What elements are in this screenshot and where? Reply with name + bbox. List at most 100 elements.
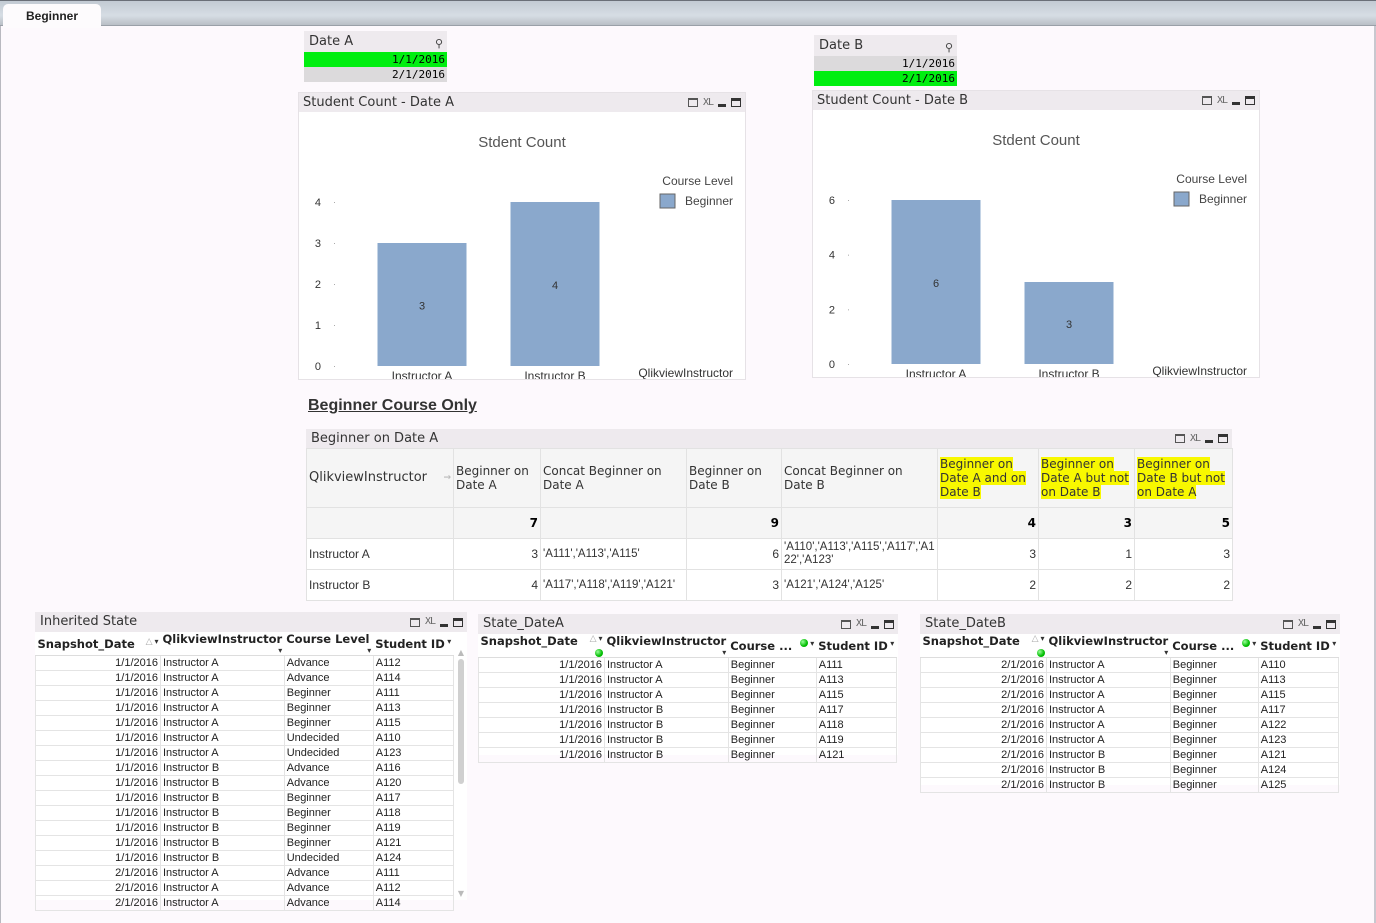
scroll-down-icon[interactable]: ▼ <box>457 889 465 898</box>
table-row[interactable]: 2/1/2016 Instructor A Beginner A123 <box>920 732 1339 748</box>
dropdown-arrow-icon[interactable]: ▾ <box>367 646 371 655</box>
table-row[interactable]: 2/1/2016 Instructor A Advance A112 <box>35 880 454 896</box>
dropdown-arrow-icon[interactable]: ▾ <box>1332 639 1336 648</box>
sort-indicator-icon[interactable]: △ <box>1032 634 1039 644</box>
table-row[interactable]: 1/1/2016 Instructor B Undecided A124 <box>35 850 454 866</box>
table-row[interactable]: 2/1/2016 Instructor B Beginner A121 <box>920 747 1339 763</box>
table-row[interactable]: 1/1/2016 Instructor A Beginner A113 <box>478 672 897 688</box>
excel-export-icon[interactable]: XL <box>856 614 867 634</box>
column-header[interactable]: Concat Beginner on Date B <box>781 448 938 508</box>
column-header[interactable]: Student ID ▾ <box>373 632 454 656</box>
column-header[interactable]: Course ... ▾ <box>1170 634 1259 658</box>
column-header[interactable]: Student ID ▾ <box>1258 634 1339 658</box>
table-row[interactable]: 1/1/2016 Instructor B Beginner A121 <box>35 835 454 851</box>
print-icon[interactable] <box>687 98 698 107</box>
print-icon[interactable] <box>840 619 851 629</box>
dropdown-arrow-icon[interactable]: ▾ <box>1164 648 1168 657</box>
maximize-icon[interactable] <box>1245 96 1255 105</box>
listbox-item-selected[interactable]: 2/1/2016 <box>814 71 957 86</box>
column-header[interactable]: QlikviewInstructor ▾ <box>1046 634 1171 658</box>
column-header[interactable]: QlikviewInstructor ▾ <box>160 632 285 656</box>
dropdown-arrow-icon[interactable]: ▾ <box>890 639 894 648</box>
table-row[interactable]: 1/1/2016 Instructor B Beginner A117 <box>478 702 897 718</box>
listbox-item-selected[interactable]: 1/1/2016 <box>304 52 447 67</box>
table-row[interactable]: 1/1/2016 Instructor A Beginner A111 <box>478 657 897 673</box>
table-row[interactable]: 1/1/2016 Instructor B Beginner A121 <box>478 747 897 763</box>
print-icon[interactable] <box>409 617 420 627</box>
table-row[interactable]: 1/1/2016 Instructor A Beginner A115 <box>35 715 454 731</box>
table-row[interactable]: 2/1/2016 Instructor A Beginner A117 <box>920 702 1339 718</box>
maximize-icon[interactable] <box>1326 619 1336 629</box>
minimize-icon[interactable] <box>1205 440 1213 443</box>
column-header[interactable]: Student ID ▾ <box>816 634 897 658</box>
minimize-icon[interactable] <box>1232 102 1240 105</box>
table-row[interactable]: Instructor A 3 'A111','A113','A115' 6 'A110'… <box>306 538 1233 570</box>
print-icon[interactable] <box>1201 96 1212 105</box>
scrollbar-thumb[interactable] <box>458 659 464 784</box>
table-row[interactable]: 1/1/2016 Instructor B Beginner A119 <box>478 732 897 748</box>
dropdown-arrow-icon[interactable]: ▾ <box>810 639 814 648</box>
table-row[interactable]: 2/1/2016 Instructor A Beginner A110 <box>920 657 1339 673</box>
table-row[interactable]: 1/1/2016 Instructor B Advance A120 <box>35 775 454 791</box>
table-row[interactable]: 1/1/2016 Instructor B Beginner A119 <box>35 820 454 836</box>
listbox-item[interactable]: 1/1/2016 <box>814 56 957 71</box>
table-row[interactable]: 1/1/2016 Instructor B Beginner A118 <box>35 805 454 821</box>
column-header[interactable]: Snapshot_Date ▾ △ <box>35 632 161 656</box>
search-icon[interactable]: ⚲ <box>945 37 953 58</box>
table-row[interactable]: 1/1/2016 Instructor A Beginner A115 <box>478 687 897 703</box>
table-row[interactable]: 2/1/2016 Instructor A Beginner A113 <box>920 672 1339 688</box>
column-header[interactable]: Beginner on Date A but not on Date B <box>1038 448 1135 508</box>
column-header[interactable]: Beginner on Date A <box>453 448 541 508</box>
maximize-icon[interactable] <box>731 98 741 107</box>
excel-export-icon[interactable]: XL <box>1217 91 1228 110</box>
table-row[interactable]: 2/1/2016 Instructor A Advance A114 <box>35 895 454 911</box>
table-row[interactable]: 2/1/2016 Instructor A Beginner A115 <box>920 687 1339 703</box>
tab-beginner[interactable]: Beginner <box>3 4 101 28</box>
search-icon[interactable]: ⚲ <box>435 33 443 54</box>
maximize-icon[interactable] <box>453 617 463 627</box>
excel-export-icon[interactable]: XL <box>1298 614 1309 634</box>
column-header[interactable]: QlikviewInstructor → <box>306 448 454 508</box>
table-row[interactable]: 1/1/2016 Instructor A Advance A114 <box>35 670 454 686</box>
column-header[interactable]: Beginner on Date A and on Date B <box>937 448 1039 508</box>
column-header[interactable]: Beginner on Date B but not on Date A <box>1134 448 1233 508</box>
table-row[interactable]: 1/1/2016 Instructor A Beginner A111 <box>35 685 454 701</box>
table-row[interactable]: 1/1/2016 Instructor A Undecided A123 <box>35 745 454 761</box>
table-row[interactable]: 2/1/2016 Instructor A Advance A111 <box>35 865 454 881</box>
dropdown-arrow-icon[interactable]: ▾ <box>1252 639 1256 648</box>
excel-export-icon[interactable]: XL <box>425 612 436 632</box>
minimize-icon[interactable] <box>871 625 879 629</box>
table-row[interactable]: 1/1/2016 Instructor A Undecided A110 <box>35 730 454 746</box>
table-row[interactable]: 1/1/2016 Instructor A Advance A112 <box>35 655 454 671</box>
minimize-icon[interactable] <box>440 623 448 627</box>
dropdown-arrow-icon[interactable]: ▾ <box>447 637 451 646</box>
column-header[interactable]: Concat Beginner on Date A <box>540 448 687 508</box>
table-row[interactable]: 1/1/2016 Instructor A Beginner A113 <box>35 700 454 716</box>
column-header[interactable]: Snapshot_Date ▾ △ <box>920 634 1047 658</box>
table-row[interactable]: 1/1/2016 Instructor B Advance A116 <box>35 760 454 776</box>
dropdown-arrow-icon[interactable]: ▾ <box>1040 634 1044 643</box>
table-row[interactable]: 1/1/2016 Instructor B Beginner A117 <box>35 790 454 806</box>
vertical-scrollbar[interactable]: ▲ ▼ <box>457 648 465 898</box>
sort-indicator-icon[interactable]: △ <box>146 637 153 647</box>
column-header[interactable]: Course Level ▾ <box>284 632 374 656</box>
table-row[interactable]: 1/1/2016 Instructor B Beginner A118 <box>478 717 897 733</box>
sort-indicator-icon[interactable]: △ <box>590 634 597 644</box>
sort-indicator-icon[interactable]: → <box>443 471 451 485</box>
column-header[interactable]: Snapshot_Date ▾ △ <box>478 634 605 658</box>
dropdown-arrow-icon[interactable]: ▾ <box>598 634 602 643</box>
table-row[interactable]: 2/1/2016 Instructor B Beginner A124 <box>920 762 1339 778</box>
minimize-icon[interactable] <box>1313 625 1321 629</box>
scroll-up-icon[interactable]: ▲ <box>457 648 465 657</box>
dropdown-arrow-icon[interactable]: ▾ <box>278 646 282 655</box>
maximize-icon[interactable] <box>1218 434 1228 443</box>
excel-export-icon[interactable]: XL <box>1190 429 1201 448</box>
dropdown-arrow-icon[interactable]: ▾ <box>154 637 158 646</box>
excel-export-icon[interactable]: XL <box>703 93 714 112</box>
table-row[interactable]: 2/1/2016 Instructor A Beginner A122 <box>920 717 1339 733</box>
print-icon[interactable] <box>1174 434 1185 443</box>
dropdown-arrow-icon[interactable]: ▾ <box>722 648 726 657</box>
listbox-item[interactable]: 2/1/2016 <box>304 67 447 82</box>
column-header[interactable]: Course ... ▾ <box>728 634 817 658</box>
print-icon[interactable] <box>1282 619 1293 629</box>
